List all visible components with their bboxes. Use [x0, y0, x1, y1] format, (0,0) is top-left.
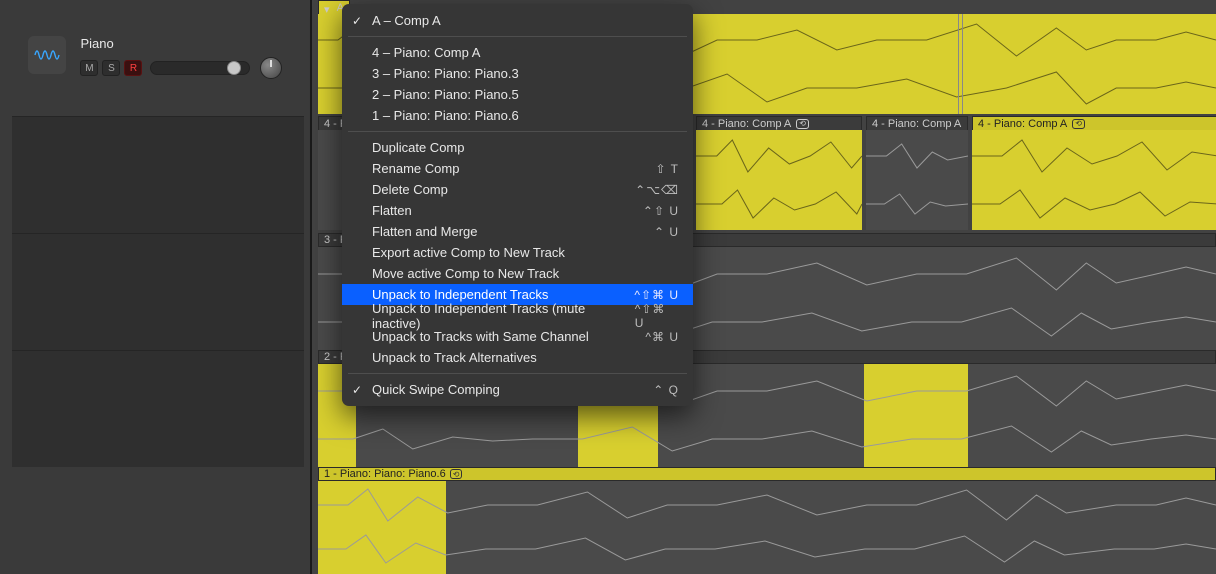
menu-item-label: Duplicate Comp [372, 140, 465, 155]
track-name[interactable]: Piano [80, 36, 282, 51]
region-label: 4 - Piano: Comp A [872, 118, 961, 130]
menu-separator [348, 131, 687, 132]
take-region-body[interactable] [318, 481, 1216, 574]
menu-item[interactable]: Delete Comp ⌃⌥⌫ [342, 179, 693, 200]
track-type-icon [28, 36, 66, 74]
menu-item-label: Rename Comp [372, 161, 459, 176]
menu-item-label: A – Comp A [372, 13, 441, 28]
volume-thumb[interactable] [227, 61, 241, 75]
region-label: 4 - Piano: Comp A [702, 118, 791, 130]
comp-split-line [958, 14, 959, 114]
menu-item[interactable]: Move active Comp to New Track [342, 263, 693, 284]
menu-item[interactable]: A – Comp A [342, 10, 693, 31]
menu-item-label: 1 – Piano: Piano: Piano.6 [372, 108, 519, 123]
menu-item-label: 3 – Piano: Piano: Piano.3 [372, 66, 519, 81]
menu-item-label: Unpack to Track Alternatives [372, 350, 537, 365]
take-region[interactable]: 4 - Piano: Comp A ⟲ [972, 116, 1216, 230]
take-lane: 1 - Piano: Piano: Piano.6 ⟲ [318, 467, 1216, 574]
take-region[interactable]: 4 - Piano: Comp A [866, 116, 968, 230]
take-region[interactable]: 4 - Piano: Comp A ⟲ [696, 116, 862, 230]
take-lane-header[interactable] [12, 116, 304, 233]
menu-item-label: 4 – Piano: Comp A [372, 45, 480, 60]
volume-slider[interactable] [150, 61, 250, 75]
disclosure-icon[interactable]: ▾ [324, 3, 332, 12]
menu-item[interactable]: Unpack to Tracks with Same Channel ^⌘ U [342, 326, 693, 347]
menu-item-label: Flatten and Merge [372, 224, 478, 239]
menu-item-label: Delete Comp [372, 182, 448, 197]
loop-icon: ⟲ [1072, 119, 1085, 129]
menu-item[interactable]: Export active Comp to New Track [342, 242, 693, 263]
pan-knob[interactable] [260, 57, 282, 79]
menu-item[interactable]: Flatten and Merge ⌃ U [342, 221, 693, 242]
comp-split-line [962, 14, 963, 114]
take-lane-header[interactable] [12, 350, 304, 467]
take-lane-header[interactable] [12, 233, 304, 350]
track-header[interactable]: Piano M S R [28, 36, 293, 79]
track-header-panel: Piano M S R [0, 0, 310, 574]
take-region-header[interactable]: 1 - Piano: Piano: Piano.6 ⟲ [318, 467, 1216, 481]
menu-item[interactable]: 2 – Piano: Piano: Piano.5 [342, 84, 693, 105]
solo-button[interactable]: S [102, 60, 120, 76]
menu-item[interactable]: 3 – Piano: Piano: Piano.3 [342, 63, 693, 84]
menu-item[interactable]: 4 – Piano: Comp A [342, 42, 693, 63]
menu-item-shortcut: ⌃ U [654, 225, 679, 239]
menu-item-label: Flatten [372, 203, 412, 218]
menu-separator [348, 373, 687, 374]
menu-item[interactable]: Flatten ⌃⇧ U [342, 200, 693, 221]
menu-item[interactable]: 1 – Piano: Piano: Piano.6 [342, 105, 693, 126]
menu-item[interactable]: Rename Comp ⇧ T [342, 158, 693, 179]
menu-item-shortcut: ^⇧⌘ U [634, 288, 679, 302]
menu-item-label: Quick Swipe Comping [372, 382, 500, 397]
loop-icon: ⟲ [796, 119, 809, 129]
menu-item-label: Export active Comp to New Track [372, 245, 565, 260]
menu-item-label: 2 – Piano: Piano: Piano.5 [372, 87, 519, 102]
menu-item[interactable]: Unpack to Independent Tracks (mute inact… [342, 305, 693, 326]
menu-item[interactable]: Duplicate Comp [342, 137, 693, 158]
loop-icon: ⟲ [450, 469, 463, 479]
menu-item-shortcut: ⌃⇧ U [643, 204, 679, 218]
menu-item[interactable]: Quick Swipe Comping ⌃ Q [342, 379, 693, 400]
menu-item-shortcut: ^⌘ U [645, 330, 679, 344]
menu-item-shortcut: ⌃⌥⌫ [635, 183, 679, 197]
menu-item-shortcut: ⇧ T [655, 162, 679, 176]
menu-item-label: Move active Comp to New Track [372, 266, 559, 281]
menu-item-label: Unpack to Tracks with Same Channel [372, 329, 589, 344]
menu-separator [348, 36, 687, 37]
region-label: 4 - Piano: Comp A [978, 118, 1067, 130]
menu-item-shortcut: ⌃ Q [653, 383, 679, 397]
menu-item[interactable]: Unpack to Track Alternatives [342, 347, 693, 368]
mute-button[interactable]: M [80, 60, 98, 76]
take-folder-context-menu[interactable]: A – Comp A 4 – Piano: Comp A 3 – Piano: Pi… [342, 4, 693, 406]
record-enable-button[interactable]: R [124, 60, 142, 76]
region-label: 1 - Piano: Piano: Piano.6 [324, 468, 446, 480]
